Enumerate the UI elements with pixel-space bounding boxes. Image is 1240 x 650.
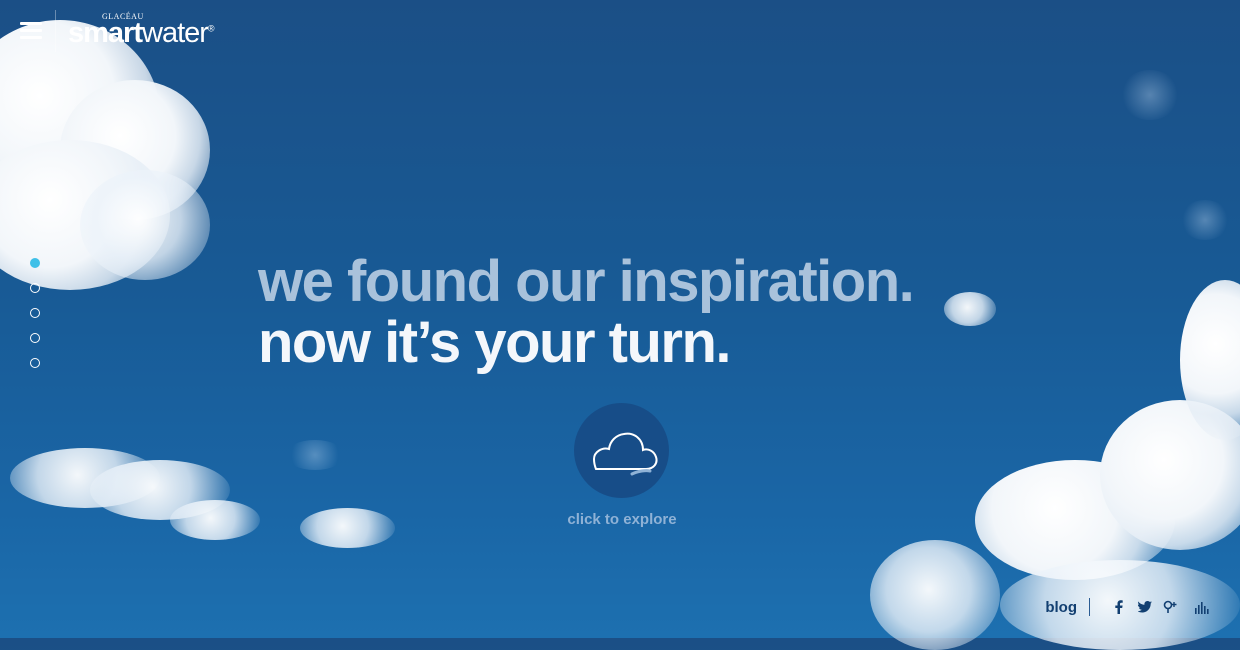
slide-dot-5[interactable] xyxy=(30,358,40,368)
explore-button[interactable] xyxy=(574,403,669,498)
footer-divider xyxy=(1089,598,1090,616)
slide-dot-1[interactable] xyxy=(30,258,40,268)
slide-dot-2[interactable] xyxy=(30,283,40,293)
twitter-icon[interactable] xyxy=(1136,598,1154,616)
slide-dot-4[interactable] xyxy=(30,333,40,343)
hero-line-1: we found our inspiration. xyxy=(258,249,915,314)
google-plus-icon[interactable] xyxy=(1162,598,1180,616)
logo-wordmark: smartwater® xyxy=(68,17,215,49)
cloud-icon xyxy=(592,432,658,476)
hero-line-2: now it’s your turn. xyxy=(258,310,732,375)
slide-pagination xyxy=(30,258,44,383)
hamburger-menu-icon[interactable] xyxy=(20,22,42,40)
blog-link[interactable]: blog xyxy=(1045,599,1077,616)
footer-links: blog xyxy=(1045,596,1212,618)
hero-headline: we found our inspiration. now it’s your … xyxy=(258,249,915,375)
audio-bars-icon[interactable] xyxy=(1194,598,1212,616)
slide-dot-3[interactable] xyxy=(30,308,40,318)
facebook-icon[interactable] xyxy=(1110,598,1128,616)
header-divider xyxy=(55,10,56,52)
top-bar: GLACÉAU smartwater® xyxy=(0,0,260,60)
explore-label[interactable]: click to explore xyxy=(560,511,684,528)
